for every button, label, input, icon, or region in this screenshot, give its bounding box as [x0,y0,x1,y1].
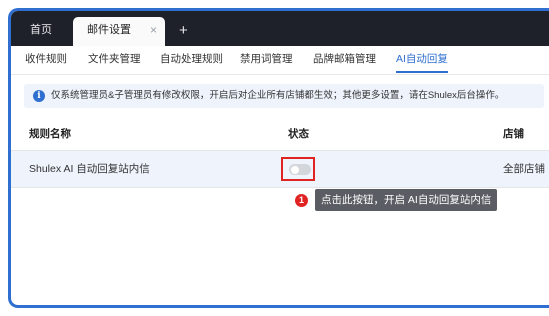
column-header-status: 状态 [288,128,309,140]
table-row: Shulex AI 自动回复站内信 全部店铺 [11,151,549,188]
tab-home-label: 首页 [30,24,52,36]
auto-reply-toggle[interactable] [289,164,311,175]
subnav-item-inbox-rules[interactable]: 收件规则 [25,46,67,73]
rule-name-cell: Shulex AI 自动回复站内信 [29,163,150,175]
app-frame: 首页 邮件设置 × + 收件规则 文件夹管理 自动处理规则 禁用词管理 品牌邮箱… [8,8,549,308]
instruction-tooltip: 点击此按钮，开启 AI自动回复站内信 [315,189,498,211]
close-icon[interactable]: × [150,17,157,44]
add-tab-button[interactable]: + [179,17,188,44]
step-badge: 1 [295,194,308,207]
info-icon: i [33,90,45,102]
tab-bar: 首页 邮件设置 × + [11,11,549,46]
subnav-item-folders[interactable]: 文件夹管理 [88,46,141,73]
column-header-store: 店铺 [503,128,524,140]
settings-subnav: 收件规则 文件夹管理 自动处理规则 禁用词管理 品牌邮箱管理 AI自动回复 [11,46,549,75]
tab-mail-settings-label: 邮件设置 [87,24,131,36]
tab-home[interactable]: 首页 [16,17,72,46]
subnav-item-auto-rules[interactable]: 自动处理规则 [160,46,223,73]
notice-text: 仅系统管理员&子管理员有修改权限，开启后对企业所有店铺都生效；其他更多设置，请在… [51,90,505,101]
toggle-knob [291,165,299,174]
tab-mail-settings[interactable]: 邮件设置 × [73,17,165,46]
subnav-item-ai-auto-reply[interactable]: AI自动回复 [396,46,448,73]
subnav-item-brand-mailboxes[interactable]: 品牌邮箱管理 [313,46,376,73]
subnav-item-banned-words[interactable]: 禁用词管理 [240,46,293,73]
store-cell: 全部店铺 [503,163,545,175]
column-header-rule-name: 规则名称 [29,128,71,140]
table-header: 规则名称 状态 店铺 [11,118,549,151]
permission-notice: i 仅系统管理员&子管理员有修改权限，开启后对企业所有店铺都生效；其他更多设置，… [24,84,544,108]
